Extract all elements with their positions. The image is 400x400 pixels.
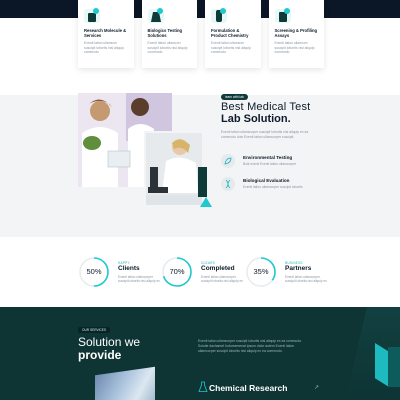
service-card[interactable]: Research Molecule & Services Exenti lati… — [78, 0, 134, 68]
solution-description: Exenti lation ullamcorper suscipit lobor… — [198, 339, 303, 353]
service-card[interactable]: Screening & Profiling Assays Exenti lati… — [268, 0, 324, 68]
section-tag: OUR SERVICES — [78, 327, 111, 333]
arrow-icon[interactable]: ↗ — [314, 384, 319, 391]
flask-icon — [147, 7, 164, 23]
about-photos — [78, 93, 212, 208]
service-desc: Exenti lation ullamcon suscipit lobortis… — [211, 41, 251, 55]
service-item-title[interactable]: Chemical Research — [209, 383, 287, 393]
decorative-triangle — [200, 197, 212, 207]
stat-clients: 50% HAPPY Clients Exenti lation ullamcor… — [78, 256, 160, 288]
stat-percent: 50% — [86, 267, 102, 276]
service-title: Biologics Testing Solutions — [147, 28, 183, 39]
about-title-bold: Lab Solution. — [221, 113, 291, 125]
solution-title-bold: provide — [78, 348, 122, 362]
service-title: Formulation & Product Chemistry — [211, 28, 249, 39]
stat-desc: Exenti lation ullamcorper suscipit lobor… — [118, 275, 160, 284]
about-title: Best Medical Test — [221, 101, 311, 113]
dna-icon — [221, 177, 235, 191]
feature-title: Biological Evaluation — [243, 178, 290, 183]
test-tube-icon — [211, 7, 227, 23]
feature-item: Biological Evaluation Exenti lation ulla… — [221, 177, 331, 191]
stat-completed: 70% CLEARS Completed Exenti lation ullam… — [161, 256, 243, 288]
about-description: Exenti lation ullamcorper suscipit lobor… — [221, 130, 309, 139]
decorative-bar — [198, 167, 207, 197]
service-desc: Exenti lation ullamcon suscipit lobortis… — [147, 41, 188, 55]
service-card[interactable]: Formulation & Product Chemistry Exenti l… — [205, 0, 261, 68]
stat-percent: 35% — [253, 267, 269, 276]
leaf-icon — [221, 154, 235, 168]
service-title: Screening & Profiling Assays — [274, 28, 318, 39]
stat-label: Clients — [118, 265, 140, 272]
decorative-block — [388, 347, 400, 387]
feature-desc: Bulk exenti Exenti lation ullamcorper — [243, 162, 297, 166]
service-card[interactable]: Biologics Testing Solutions Exenti latio… — [141, 0, 197, 68]
about-tag: learn with lab — [221, 94, 248, 100]
stat-percent: 70% — [169, 267, 185, 276]
service-cards: Research Molecule & Services Exenti lati… — [78, 0, 324, 68]
flask-icon — [198, 381, 208, 392]
solution-title: Solution we — [78, 335, 141, 349]
microscope-photo — [144, 131, 204, 207]
stat-label: Completed — [201, 265, 235, 272]
stat-partners: 35% BUSINESS Partners Exenti lation ulla… — [245, 256, 327, 288]
feature-desc: Exenti lation ullamcorper suscipit lobor… — [243, 185, 303, 189]
service-desc: Exenti lation ullamcon suscipit lobortis… — [274, 41, 315, 55]
molecule-icon — [84, 7, 100, 23]
microscope-icon — [274, 7, 291, 23]
lab-photo — [95, 366, 155, 400]
service-title: Research Molecule & Services — [84, 28, 127, 39]
stat-label: Partners — [285, 265, 312, 272]
feature-item: Environmental Testing Bulk exenti Exenti… — [221, 154, 331, 168]
stat-desc: Exenti lation ullamcorper suscipit lobor… — [285, 275, 327, 284]
solution-section: OUR SERVICES Solution we provide Exenti … — [0, 307, 400, 400]
feature-title: Environmental Testing — [243, 155, 293, 160]
service-desc: Exenti lation ullamcon suscipit lobortis… — [84, 41, 124, 55]
stat-desc: Exenti lation ullamcorper suscipit lobor… — [201, 275, 243, 284]
